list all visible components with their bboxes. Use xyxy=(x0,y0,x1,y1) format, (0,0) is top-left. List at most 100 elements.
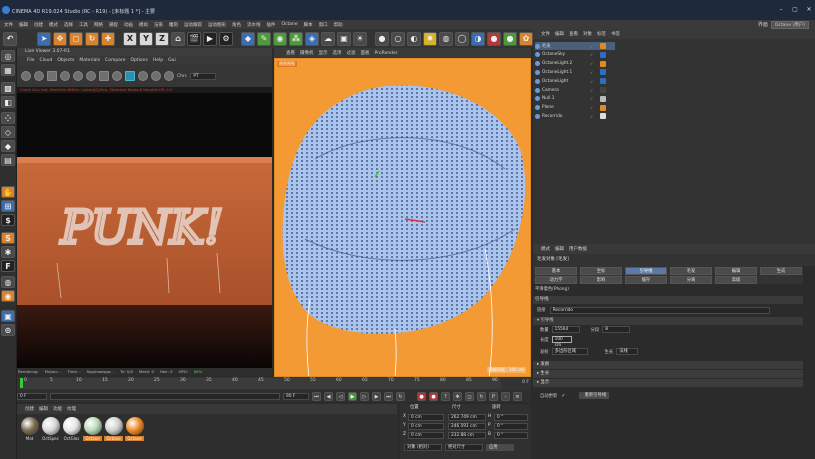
material-swatch[interactable]: OctSpec xyxy=(41,417,60,441)
timeline-playhead[interactable] xyxy=(20,378,23,388)
render-gear-icon[interactable] xyxy=(21,71,31,81)
material-pick-icon[interactable] xyxy=(138,71,148,81)
menu-item-6[interactable]: 网格 xyxy=(94,22,103,28)
save-icon[interactable] xyxy=(86,71,96,81)
om-menu-item-1[interactable]: 编辑 xyxy=(555,31,564,37)
timeline-menu-icon[interactable]: ≡ xyxy=(513,391,522,401)
z-axis-button[interactable]: Z xyxy=(155,31,169,46)
start-frame-field[interactable]: 0 F xyxy=(17,392,47,400)
octane-render-icon[interactable]: ◉ xyxy=(1,290,15,302)
menu-item-16[interactable]: 插件 xyxy=(267,22,276,28)
tab-9[interactable]: 分离 xyxy=(670,276,712,284)
menu-item-0[interactable]: 文件 xyxy=(4,22,13,28)
length-field[interactable]: 100 cm xyxy=(551,336,572,348)
next-key-icon[interactable]: ▶ xyxy=(372,391,381,401)
am-menu-item-0[interactable]: 模式 xyxy=(541,246,550,252)
tab-5[interactable]: 生成 xyxy=(760,267,802,275)
end-frame-field[interactable]: 90 F xyxy=(283,392,309,400)
add-tool-icon[interactable]: ✚ xyxy=(101,31,115,46)
object-tag-icon[interactable] xyxy=(600,43,606,49)
size-field[interactable]: 246.591 cm xyxy=(448,423,486,430)
region-icon[interactable] xyxy=(99,71,109,81)
visibility-check-icon[interactable]: ✓ xyxy=(590,52,593,57)
am-menu-item-1[interactable]: 编辑 xyxy=(555,246,564,252)
size-mode-select[interactable]: 绝对尺寸 xyxy=(445,444,483,451)
om-menu-item-5[interactable]: 书签 xyxy=(611,31,620,37)
material-swatch[interactable]: OctGlos xyxy=(62,417,81,441)
menu-item-8[interactable]: 动画 xyxy=(124,22,133,28)
octane-orange-icon[interactable]: ✿ xyxy=(519,31,533,46)
x-axis-button[interactable]: X xyxy=(123,31,137,46)
loop-icon[interactable]: ↻ xyxy=(396,391,405,401)
growth-select[interactable]: 法线 xyxy=(616,348,639,355)
object-tag-icon[interactable] xyxy=(600,113,606,120)
object-row[interactable]: OctaneSky ✓ xyxy=(535,51,615,59)
timeline-ruler[interactable]: 0 5 10 15 20 25 30 35 40 45 50 55 60 65 70 75 80 85 90 xyxy=(21,378,501,389)
om-menu-item-3[interactable]: 对象 xyxy=(583,31,592,37)
viewport-menu-item-1[interactable]: 摄像机 xyxy=(300,50,314,56)
menu-item-14[interactable]: 角色 xyxy=(232,22,241,28)
move-key-icon[interactable]: ✥ xyxy=(453,391,462,401)
prev-key-icon[interactable]: ◀ xyxy=(324,391,333,401)
section-display[interactable]: ▸ 显示 xyxy=(533,379,803,387)
auto-update-checkbox[interactable]: ✓ xyxy=(561,393,565,399)
render-region-icon[interactable]: 🎬 xyxy=(187,31,201,46)
viewport-menu-item-4[interactable]: 过滤 xyxy=(347,50,356,56)
undo-icon[interactable]: ↶ xyxy=(3,31,17,46)
visibility-check-icon[interactable]: ✓ xyxy=(590,70,593,75)
fps-icon[interactable]: F xyxy=(1,260,15,272)
menu-item-4[interactable]: 选择 xyxy=(64,22,73,28)
object-row[interactable]: OctaneLight.1 ✓ xyxy=(535,68,615,76)
subdivision-icon[interactable]: ◉ xyxy=(273,31,287,46)
octane-sphere-icon[interactable]: ● xyxy=(375,31,389,46)
menu-item-17[interactable]: Octane xyxy=(282,22,298,27)
menu-item-10[interactable]: 渲染 xyxy=(154,22,163,28)
object-row[interactable]: OctaneLight ✓ xyxy=(535,77,615,85)
focus-icon[interactable] xyxy=(125,71,135,81)
stop-icon[interactable] xyxy=(47,71,57,81)
menu-item-12[interactable]: 运动跟踪 xyxy=(184,22,202,28)
octane-circle-icon[interactable]: ○ xyxy=(391,31,405,46)
material-swatch[interactable]: Octane xyxy=(104,417,123,441)
make-editable-icon[interactable]: ◎ xyxy=(1,50,15,62)
param-key-icon[interactable]: P xyxy=(489,391,498,401)
uv-mode-icon[interactable]: ▤ xyxy=(1,154,15,166)
mm-menu-item-3[interactable]: 纹理 xyxy=(67,406,76,412)
octane-grey-icon[interactable]: ◯ xyxy=(455,31,469,46)
rotate-key-icon[interactable]: ↻ xyxy=(477,391,486,401)
cube-icon[interactable]: ◆ xyxy=(241,31,255,46)
material-swatch[interactable]: Octane xyxy=(83,417,102,441)
viewport-menu-item-0[interactable]: 查看 xyxy=(286,50,295,56)
am-menu-item-2[interactable]: 用户数据 xyxy=(569,246,587,252)
workplane-icon[interactable]: ◧ xyxy=(1,96,15,108)
lv-menu-item-1[interactable]: Cloud xyxy=(40,58,53,63)
menu-item-2[interactable]: 创建 xyxy=(34,22,43,28)
tab-4[interactable]: 编辑 xyxy=(715,267,757,275)
viewport-menu-item-2[interactable]: 显示 xyxy=(319,50,328,56)
octane-live-icon[interactable]: ◐ xyxy=(407,31,421,46)
paint-icon[interactable]: ✋ xyxy=(1,186,15,198)
go-end-icon[interactable]: ⏭ xyxy=(384,391,393,401)
mm-menu-item-1[interactable]: 编辑 xyxy=(39,406,48,412)
minimize-icon[interactable]: – xyxy=(777,6,785,13)
object-row[interactable]: Plane ✓ xyxy=(535,104,615,112)
tab-3[interactable]: 毛发 xyxy=(670,267,712,275)
object-row[interactable]: Camera ✓ xyxy=(535,86,615,94)
object-row[interactable]: OctaneLight.2 ✓ xyxy=(535,60,615,68)
position-field[interactable]: 0 cm xyxy=(408,414,444,421)
next-frame-icon[interactable]: ▷ xyxy=(360,391,369,401)
position-field[interactable]: 0 cm xyxy=(408,432,444,439)
scale-key-icon[interactable]: ◻ xyxy=(465,391,474,401)
visibility-check-icon[interactable]: ✓ xyxy=(590,96,593,101)
lv-menu-item-3[interactable]: Materials xyxy=(79,58,100,63)
octane-green-icon[interactable]: ● xyxy=(503,31,517,46)
object-row[interactable]: Recorrido ✓ xyxy=(535,112,615,120)
tab-1[interactable]: 坐标 xyxy=(580,267,622,275)
octane-ball-icon[interactable]: ◍ xyxy=(439,31,453,46)
scale-tool-icon[interactable]: ◻ xyxy=(69,31,83,46)
section-roots[interactable]: ▸ 发根 xyxy=(533,361,803,369)
material-swatch[interactable]: Octane xyxy=(125,417,144,441)
reload-guides-button[interactable]: 重新引导线 xyxy=(579,392,610,399)
menu-item-11[interactable]: 雕刻 xyxy=(169,22,178,28)
visibility-check-icon[interactable]: ✓ xyxy=(590,105,593,110)
